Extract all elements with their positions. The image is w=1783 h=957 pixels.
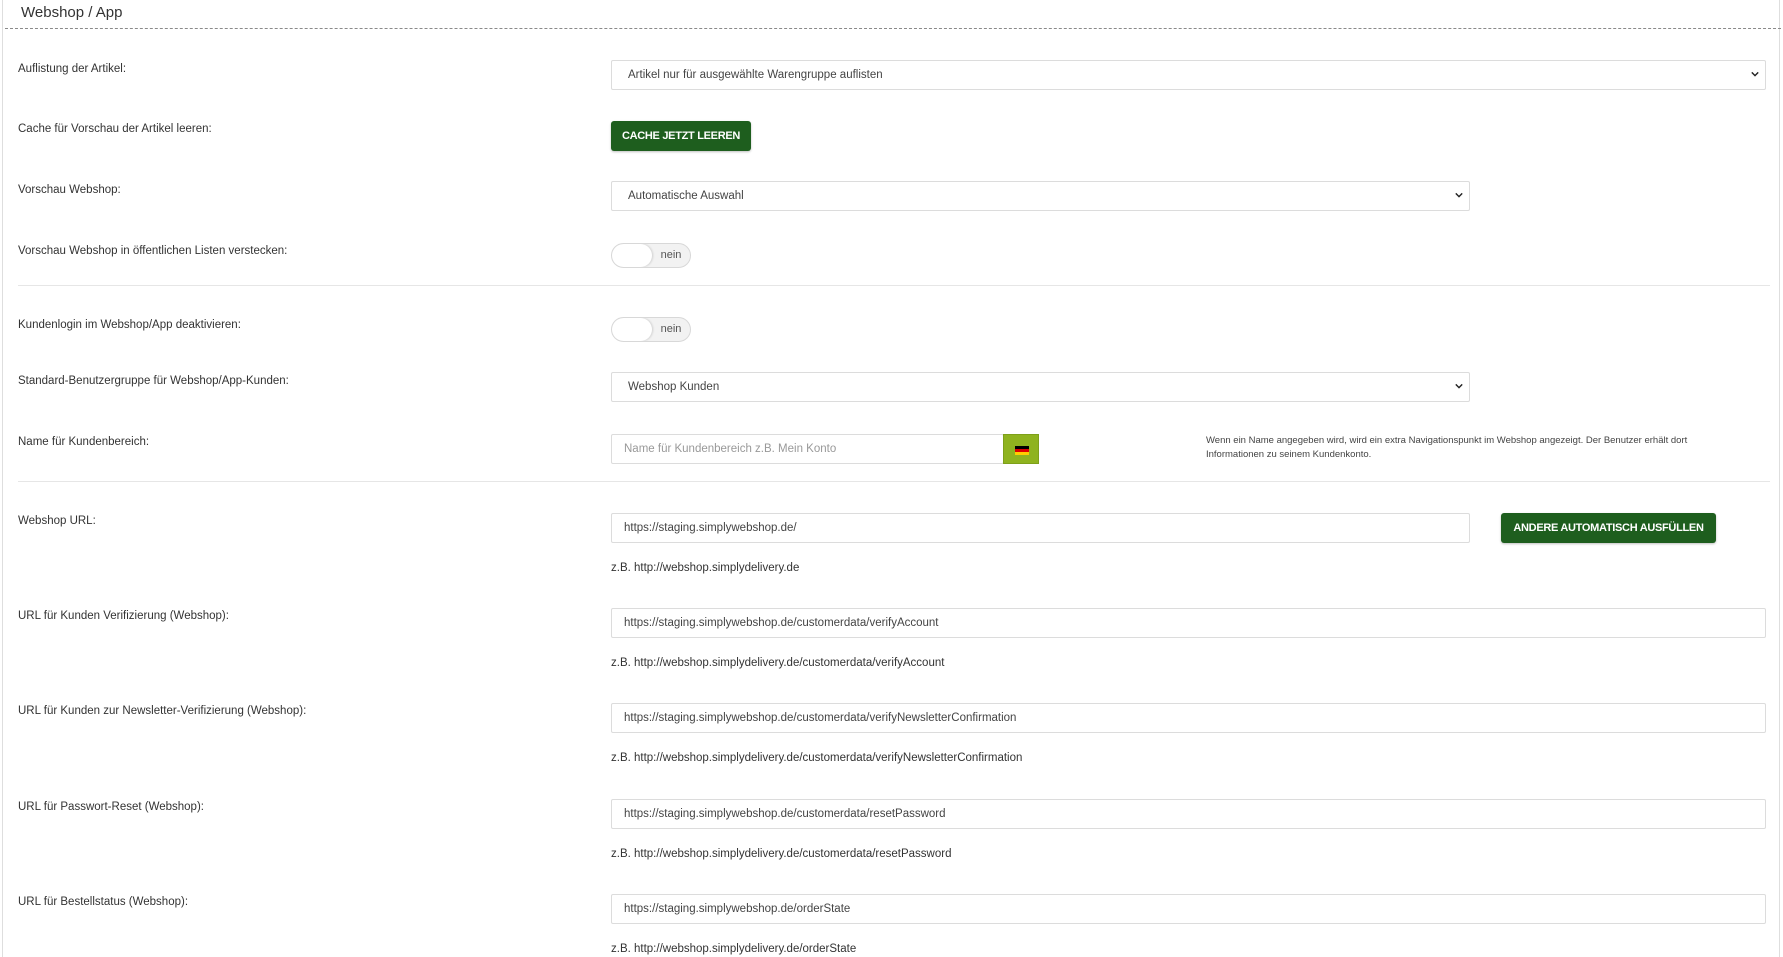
chevron-down-icon xyxy=(1455,383,1463,389)
vorschau-webshop-select[interactable]: Automatische Auswahl xyxy=(611,181,1470,211)
passwort-label: URL für Passwort-Reset (Webshop): xyxy=(18,801,204,813)
kundenbereich-help-text: Wenn ein Name angegeben wird, wird ein e… xyxy=(1206,435,1688,460)
benutzergruppe-label: Standard-Benutzergruppe für Webshop/App-… xyxy=(18,375,289,387)
vorschau-webshop-label: Vorschau Webshop: xyxy=(18,184,121,196)
auto-fill-button[interactable]: ANDERE AUTOMATISCH AUSFÜLLEN xyxy=(1501,513,1716,543)
newsletter-hint: z.B. http://webshop.simplydelivery.de/cu… xyxy=(611,752,1023,764)
verifizierung-hint: z.B. http://webshop.simplydelivery.de/cu… xyxy=(611,657,945,669)
verstecken-toggle[interactable]: nein xyxy=(611,243,691,268)
verifizierung-label: URL für Kunden Verifizierung (Webshop): xyxy=(18,610,229,622)
toggle-knob xyxy=(612,318,652,341)
cache-label: Cache für Vorschau der Artikel leeren: xyxy=(18,123,212,135)
verstecken-label: Vorschau Webshop in öffentlichen Listen … xyxy=(18,245,288,257)
bestellstatus-hint: z.B. http://webshop.simplydelivery.de/or… xyxy=(611,943,857,955)
section-divider xyxy=(18,285,1770,286)
kundenbereich-input[interactable]: Name für Kundenbereich z.B. Mein Konto xyxy=(611,434,1004,464)
artikel-listing-value: Artikel nur für ausgewählte Warengruppe … xyxy=(628,69,883,81)
bestellstatus-url-input[interactable]: https://staging.simplywebshop.de/orderSt… xyxy=(611,894,1766,924)
artikel-listing-select[interactable]: Artikel nur für ausgewählte Warengruppe … xyxy=(611,60,1766,90)
chevron-down-icon xyxy=(1751,71,1759,77)
webshop-url-label: Webshop URL: xyxy=(18,515,96,527)
clear-cache-button[interactable]: CACHE JETZT LEEREN xyxy=(611,121,751,151)
title-divider xyxy=(5,28,1781,29)
bestellstatus-label: URL für Bestellstatus (Webshop): xyxy=(18,896,189,908)
vorschau-webshop-value: Automatische Auswahl xyxy=(628,190,744,202)
newsletter-url-input[interactable]: https://staging.simplywebshop.de/custome… xyxy=(611,703,1766,733)
newsletter-label: URL für Kunden zur Newsletter-Verifizier… xyxy=(18,705,307,717)
section-divider xyxy=(18,481,1770,482)
kundenbereich-label: Name für Kundenbereich: xyxy=(18,436,150,448)
language-flag-button[interactable] xyxy=(1003,434,1039,464)
benutzergruppe-value: Webshop Kunden xyxy=(628,381,720,393)
verifizierung-url-input[interactable]: https://staging.simplywebshop.de/custome… xyxy=(611,608,1766,638)
chevron-down-icon xyxy=(1455,192,1463,198)
passwort-url-input[interactable]: https://staging.simplywebshop.de/custome… xyxy=(611,799,1766,829)
webshop-url-hint: z.B. http://webshop.simplydelivery.de xyxy=(611,562,800,574)
passwort-hint: z.B. http://webshop.simplydelivery.de/cu… xyxy=(611,848,952,860)
artikel-listing-label: Auflistung der Artikel: xyxy=(18,63,127,75)
webshop-url-input[interactable]: https://staging.simplywebshop.de/ xyxy=(611,513,1470,543)
toggle-knob xyxy=(612,244,652,267)
kundenlogin-toggle[interactable]: nein xyxy=(611,317,691,342)
toggle-state: nein xyxy=(660,249,682,261)
kundenlogin-label: Kundenlogin im Webshop/App deaktivieren: xyxy=(18,319,241,331)
toggle-state: nein xyxy=(660,323,682,335)
germany-flag-icon xyxy=(1015,446,1029,455)
panel-title: Webshop / App xyxy=(21,4,123,21)
benutzergruppe-select[interactable]: Webshop Kunden xyxy=(611,372,1470,402)
